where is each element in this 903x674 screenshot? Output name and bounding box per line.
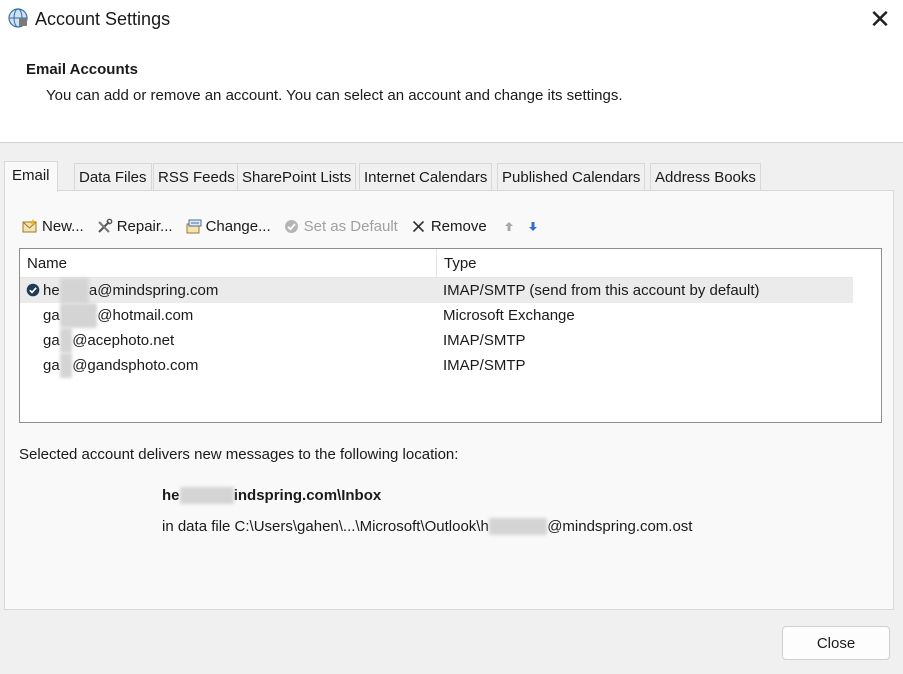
tools-icon <box>96 217 114 235</box>
accounts-list[interactable]: Name Type henryga@mindspring.com IMAP/SM… <box>19 248 882 423</box>
account-row[interactable]: henryga@mindspring.com IMAP/SMTP (send f… <box>20 278 853 303</box>
tab-email[interactable]: Email <box>4 161 58 192</box>
tab-internet-calendars[interactable]: Internet Calendars <box>359 163 493 191</box>
default-account-icon <box>26 283 40 297</box>
move-down-icon[interactable] <box>523 216 543 236</box>
tab-strip: Email Data Files RSS Feeds SharePoint Li… <box>4 161 894 192</box>
change-label: Change... <box>205 217 271 235</box>
delivery-location-label: Selected account delivers new messages t… <box>19 446 459 463</box>
account-name: gahenry@hotmail.com <box>43 303 193 328</box>
new-account-button[interactable]: New... <box>21 217 84 235</box>
account-type: IMAP/SMTP <box>443 357 526 374</box>
close-button[interactable]: Close <box>782 626 890 660</box>
account-row[interactable]: gahenry@hotmail.com Microsoft Exchange <box>20 303 853 328</box>
tab-sharepoint-lists[interactable]: SharePoint Lists <box>237 163 357 191</box>
change-settings-icon <box>185 217 203 235</box>
column-header-type[interactable]: Type <box>437 249 853 278</box>
tab-data-files[interactable]: Data Files <box>74 163 152 191</box>
account-name: gary@gandsphoto.com <box>43 353 198 378</box>
account-name: henryga@mindspring.com <box>43 278 218 303</box>
header-panel: Email Accounts You can add or remove an … <box>0 40 903 143</box>
new-account-label: New... <box>42 217 84 235</box>
account-name: gary@acephoto.net <box>43 328 174 353</box>
close-icon[interactable]: ✕ <box>860 0 900 38</box>
window-title: Account Settings <box>35 9 171 29</box>
remove-button[interactable]: Remove <box>410 217 487 235</box>
change-button[interactable]: Change... <box>185 217 271 235</box>
tab-published-calendars[interactable]: Published Calendars <box>497 163 646 191</box>
column-header-name[interactable]: Name <box>20 249 437 278</box>
outlook-globe-icon <box>7 7 29 29</box>
repair-label: Repair... <box>116 217 173 235</box>
account-type: IMAP/SMTP (send from this account by def… <box>443 282 760 299</box>
section-description: You can add or remove an account. You ca… <box>46 87 623 104</box>
new-email-icon <box>21 217 39 235</box>
email-tab-panel: New... Repair... Change... Set as Defaul… <box>4 190 894 610</box>
account-row[interactable]: gary@gandsphoto.com IMAP/SMTP <box>20 353 853 378</box>
section-title: Email Accounts <box>26 61 138 78</box>
remove-x-icon <box>410 217 428 235</box>
tab-address-books[interactable]: Address Books <box>650 163 761 191</box>
account-type: Microsoft Exchange <box>443 307 575 324</box>
move-up-icon[interactable] <box>499 216 519 236</box>
inbox-path: henrygamindspring.com\Inbox <box>162 487 382 504</box>
tab-rss-feeds[interactable]: RSS Feeds <box>153 163 240 191</box>
set-as-default-button[interactable]: Set as Default <box>283 217 398 235</box>
account-row[interactable]: gary@acephoto.net IMAP/SMTP <box>20 328 853 353</box>
check-circle-icon <box>283 217 301 235</box>
data-file-path: in data file C:\Users\gahen\...\Microsof… <box>162 518 693 535</box>
account-type: IMAP/SMTP <box>443 332 526 349</box>
remove-label: Remove <box>430 217 487 235</box>
set-as-default-label: Set as Default <box>303 217 398 235</box>
repair-button[interactable]: Repair... <box>96 217 173 235</box>
title-bar: Account Settings ✕ <box>0 0 903 40</box>
list-header: Name Type <box>20 249 853 278</box>
account-toolbar: New... Repair... Change... Set as Defaul… <box>21 215 547 237</box>
